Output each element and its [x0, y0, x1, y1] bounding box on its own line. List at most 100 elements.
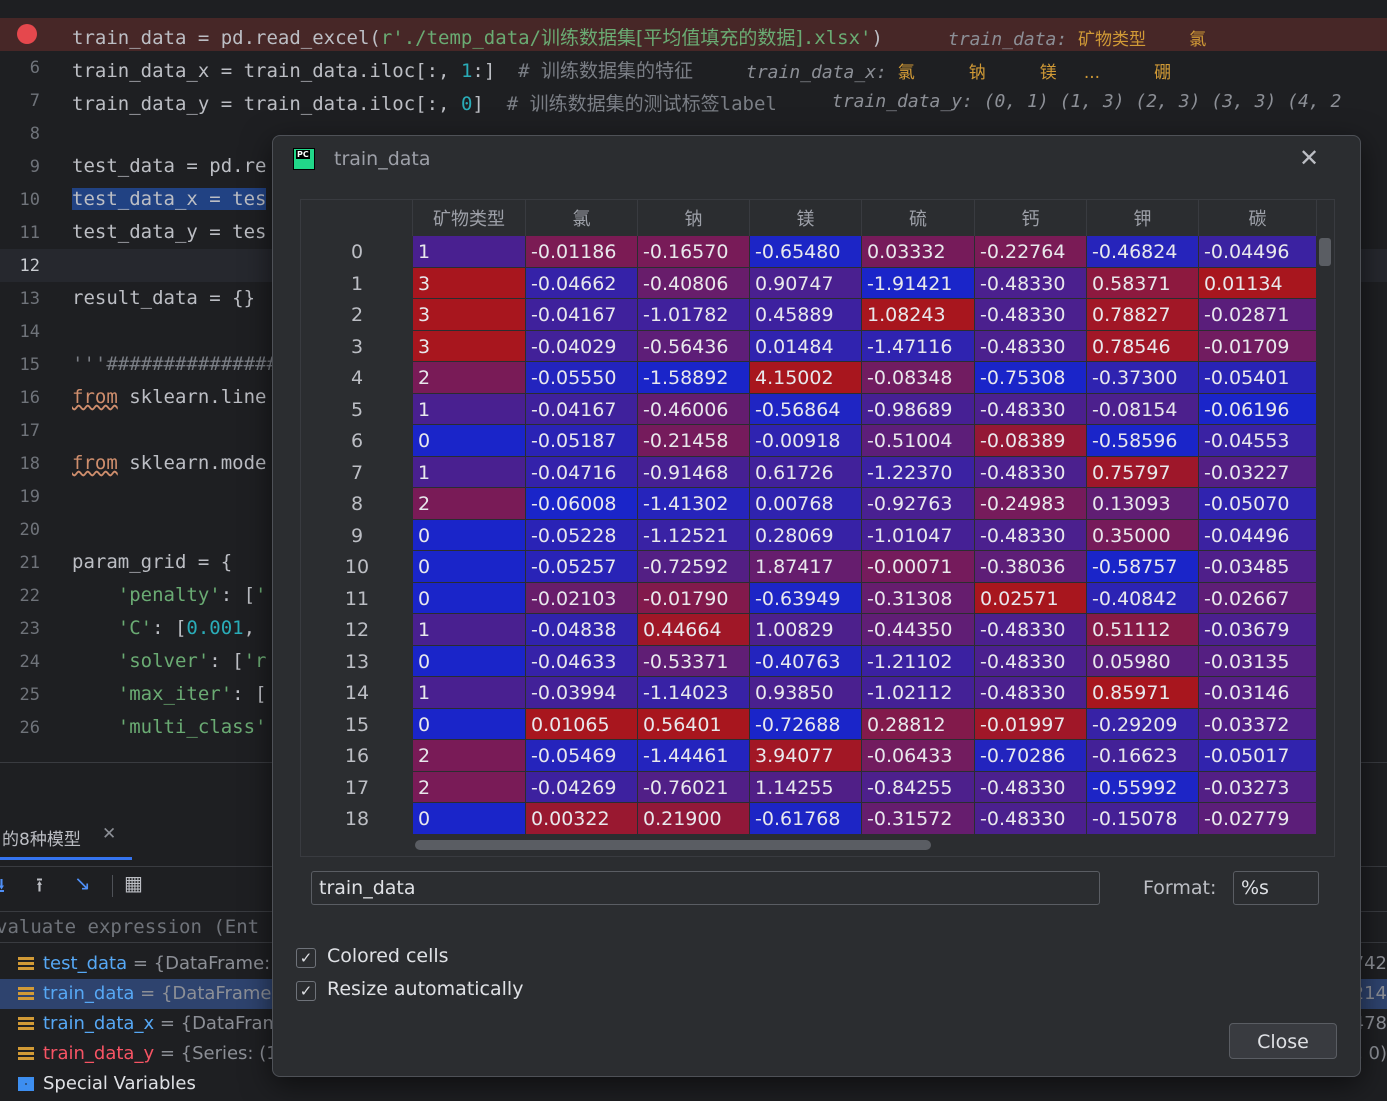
close-icon[interactable]: ✕: [102, 824, 116, 844]
table-cell[interactable]: 0.28069: [750, 519, 862, 551]
step-out-icon[interactable]: ⭱: [36, 871, 43, 905]
table-cell[interactable]: 0.01484: [750, 330, 862, 362]
table-cell[interactable]: -0.61768: [750, 803, 862, 835]
format-input[interactable]: [1234, 872, 1318, 904]
table-cell[interactable]: -0.02667: [1199, 582, 1317, 614]
table-cell[interactable]: 1.87417: [750, 551, 862, 583]
table-cell[interactable]: 0.51112: [1087, 614, 1199, 646]
table-cell[interactable]: 0.93850: [750, 677, 862, 709]
table-cell[interactable]: 0.56401: [638, 708, 750, 740]
row-index[interactable]: 2: [301, 299, 413, 331]
table-cell[interactable]: -0.16623: [1087, 740, 1199, 772]
table-cell[interactable]: -0.48330: [975, 771, 1087, 803]
table-cell[interactable]: -1.44461: [638, 740, 750, 772]
table-cell[interactable]: 0.45889: [750, 299, 862, 331]
table-cell[interactable]: -0.65480: [750, 236, 862, 268]
table-row[interactable]: 14 1 -0.03994 -1.14023 0.93850 -1.02112 -0.483…: [301, 677, 1317, 709]
column-header[interactable]: 钙: [975, 200, 1087, 236]
row-index[interactable]: 14: [301, 677, 413, 709]
table-cell[interactable]: -0.04496: [1199, 519, 1317, 551]
table-cell[interactable]: 1.14255: [750, 771, 862, 803]
table-cell[interactable]: -0.22764: [975, 236, 1087, 268]
table-cell[interactable]: -0.44350: [862, 614, 975, 646]
table-cell[interactable]: -1.21102: [862, 645, 975, 677]
table-cell[interactable]: -0.06008: [526, 488, 638, 520]
table-cell[interactable]: -0.03227: [1199, 456, 1317, 488]
expression-input[interactable]: [312, 872, 1099, 904]
table-cell[interactable]: -0.48330: [975, 330, 1087, 362]
row-index[interactable]: 11: [301, 582, 413, 614]
table-cell[interactable]: -0.03273: [1199, 771, 1317, 803]
table-row[interactable]: 1 3 -0.04662 -0.40806 0.90747 -1.91421 -0.4833…: [301, 267, 1317, 299]
debug-tab[interactable]: 的8种模型 ✕: [0, 817, 132, 860]
table-cell[interactable]: -0.04553: [1199, 425, 1317, 457]
table-cell[interactable]: 0: [413, 551, 526, 583]
table-cell[interactable]: 0.75797: [1087, 456, 1199, 488]
row-index[interactable]: 1: [301, 267, 413, 299]
table-cell[interactable]: -1.91421: [862, 267, 975, 299]
table-cell[interactable]: -0.72688: [750, 708, 862, 740]
table-cell[interactable]: -0.63949: [750, 582, 862, 614]
table-cell[interactable]: 4.15002: [750, 362, 862, 394]
table-cell[interactable]: 3: [413, 267, 526, 299]
table-cell[interactable]: -0.05550: [526, 362, 638, 394]
resize-automatically-checkbox[interactable]: ✓: [296, 981, 316, 1001]
table-cell[interactable]: -1.58892: [638, 362, 750, 394]
table-row[interactable]: 11 0 -0.02103 -0.01790 -0.63949 -0.31308 0.025…: [301, 582, 1317, 614]
step-into-icon[interactable]: ⭳: [0, 871, 5, 905]
table-cell[interactable]: 1.00829: [750, 614, 862, 646]
table-cell[interactable]: -0.05017: [1199, 740, 1317, 772]
table-cell[interactable]: -0.03146: [1199, 677, 1317, 709]
table-cell[interactable]: -0.05187: [526, 425, 638, 457]
row-index[interactable]: 6: [301, 425, 413, 457]
table-row[interactable]: 16 2 -0.05469 -1.44461 3.94077 -0.06433 -0.702…: [301, 740, 1317, 772]
table-cell[interactable]: 0.05980: [1087, 645, 1199, 677]
table-cell[interactable]: 3.94077: [750, 740, 862, 772]
table-cell[interactable]: -0.00071: [862, 551, 975, 583]
table-cell[interactable]: 0.78546: [1087, 330, 1199, 362]
table-row[interactable]: 9 0 -0.05228 -1.12521 0.28069 -1.01047 -0.4833…: [301, 519, 1317, 551]
table-cell[interactable]: -0.40842: [1087, 582, 1199, 614]
table-cell[interactable]: 3: [413, 330, 526, 362]
table-cell[interactable]: 0: [413, 582, 526, 614]
format-field[interactable]: [1233, 871, 1319, 905]
table-cell[interactable]: -0.53371: [638, 645, 750, 677]
table-cell[interactable]: -0.05257: [526, 551, 638, 583]
table-cell[interactable]: -0.02871: [1199, 299, 1317, 331]
table-cell[interactable]: -0.04633: [526, 645, 638, 677]
table-cell[interactable]: 2: [413, 771, 526, 803]
table-cell[interactable]: -0.08389: [975, 425, 1087, 457]
table-cell[interactable]: -0.05401: [1199, 362, 1317, 394]
table-cell[interactable]: -0.16570: [638, 236, 750, 268]
table-cell[interactable]: 0.28812: [862, 708, 975, 740]
column-header[interactable]: 钾: [1087, 200, 1199, 236]
table-cell[interactable]: -0.91468: [638, 456, 750, 488]
table-cell[interactable]: -0.56436: [638, 330, 750, 362]
table-cell[interactable]: -1.47116: [862, 330, 975, 362]
table-cell[interactable]: 1.08243: [862, 299, 975, 331]
table-cell[interactable]: -0.55992: [1087, 771, 1199, 803]
table-cell[interactable]: -0.40806: [638, 267, 750, 299]
table-cell[interactable]: -0.48330: [975, 614, 1087, 646]
table-cell[interactable]: -0.46824: [1087, 236, 1199, 268]
table-cell[interactable]: -0.21458: [638, 425, 750, 457]
table-cell[interactable]: 1: [413, 614, 526, 646]
table-cell[interactable]: -1.41302: [638, 488, 750, 520]
table-cell[interactable]: 0.02571: [975, 582, 1087, 614]
table-cell[interactable]: -0.40763: [750, 645, 862, 677]
table-cell[interactable]: -0.51004: [862, 425, 975, 457]
table-cell[interactable]: 0.21900: [638, 803, 750, 835]
table-cell[interactable]: 1: [413, 236, 526, 268]
table-cell[interactable]: 0.00322: [526, 803, 638, 835]
table-cell[interactable]: -0.06433: [862, 740, 975, 772]
row-index[interactable]: 3: [301, 330, 413, 362]
table-cell[interactable]: -0.48330: [975, 267, 1087, 299]
table-cell[interactable]: -0.84255: [862, 771, 975, 803]
table-cell[interactable]: -1.01047: [862, 519, 975, 551]
table-cell[interactable]: -0.37300: [1087, 362, 1199, 394]
table-cell[interactable]: -0.31308: [862, 582, 975, 614]
table-cell[interactable]: -0.24983: [975, 488, 1087, 520]
table-cell[interactable]: -0.92763: [862, 488, 975, 520]
column-header[interactable]: 钠: [638, 200, 750, 236]
table-cell[interactable]: -0.04662: [526, 267, 638, 299]
